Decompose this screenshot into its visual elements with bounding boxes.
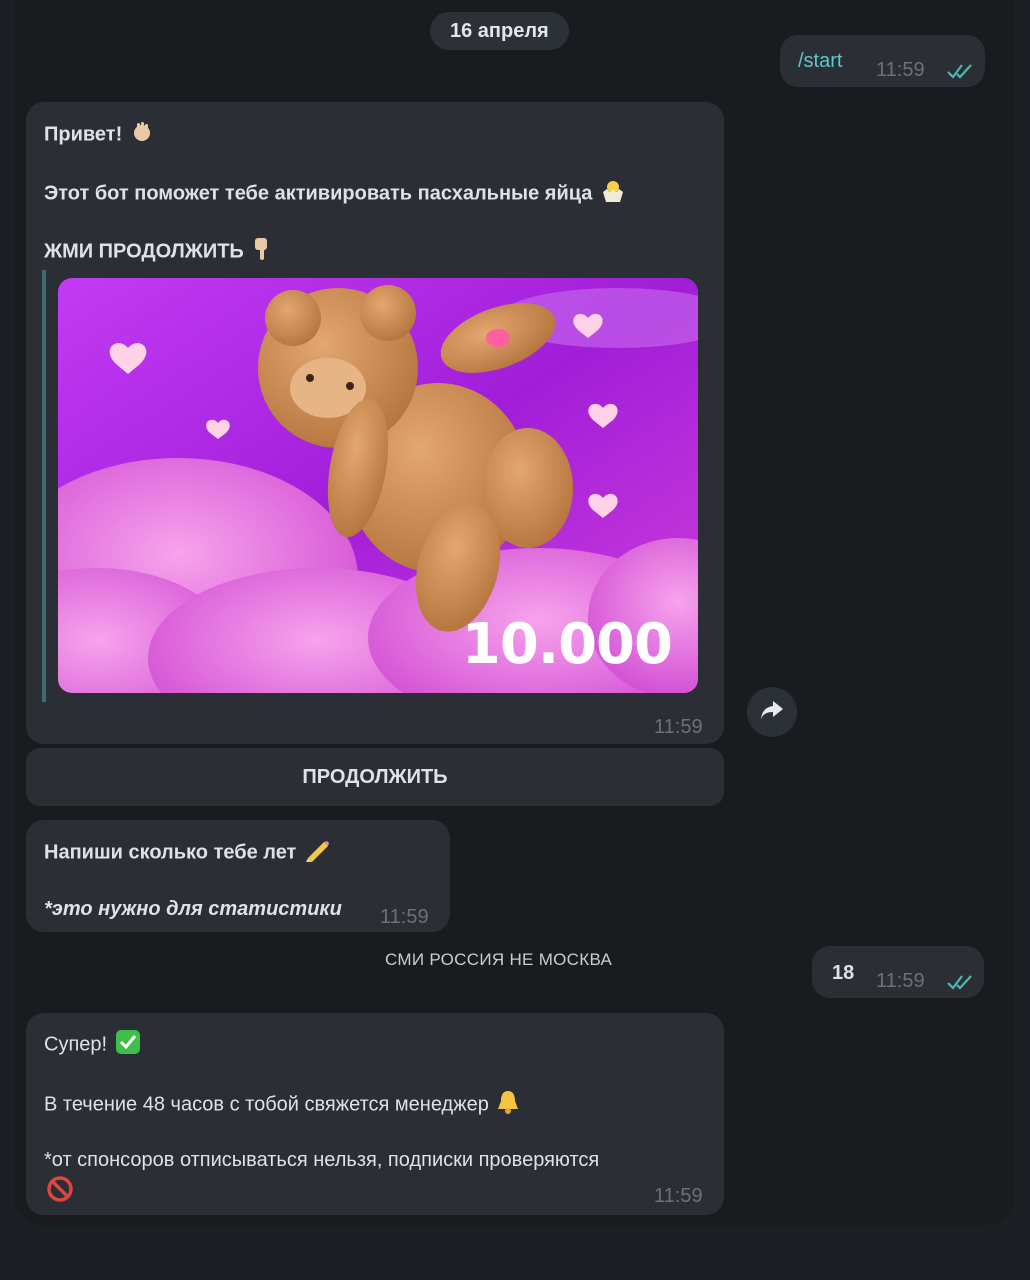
final-line-1: Супер! — [44, 1029, 141, 1061]
final-line-3: *от спонсоров отписываться нельзя, подпи… — [44, 1149, 600, 1171]
welcome-line-1: Привет! — [44, 120, 154, 150]
double-check-icon — [946, 62, 976, 85]
age-note: *это нужно для статистики — [44, 898, 342, 920]
watermark-text: СМИ РОССИЯ НЕ МОСКВА — [385, 950, 613, 969]
incoming-message-final[interactable]: Супер! В течение 48 часов с тобой свяжет… — [26, 1013, 724, 1215]
age-question-text: Напиши сколько тебе лет — [44, 841, 297, 864]
message-time: 11:59 — [380, 906, 429, 928]
promo-amount: 10.000 — [461, 612, 673, 677]
share-arrow-icon — [759, 699, 785, 726]
check-mark-button-icon — [115, 1029, 141, 1061]
outgoing-message-age-reply[interactable]: 18 11:59 — [812, 946, 984, 998]
welcome-line-2: Этот бот поможет тебе активировать пасха… — [44, 178, 626, 210]
share-button[interactable] — [747, 687, 797, 737]
date-separator: 16 апреля — [430, 12, 569, 50]
message-time: 11:59 — [876, 59, 925, 81]
promo-image[interactable]: 10.000 — [58, 278, 698, 693]
message-time: 11:59 — [654, 716, 703, 738]
double-check-icon — [946, 973, 976, 996]
hatching-chick-icon — [600, 178, 626, 210]
message-time: 11:59 — [876, 970, 925, 992]
waving-hand-icon — [130, 120, 154, 150]
final-line-2: В течение 48 часов с тобой свяжется мене… — [44, 1089, 520, 1121]
super-text: Супер! — [44, 1033, 108, 1056]
media-accent-bar — [42, 270, 46, 702]
pencil-icon — [304, 838, 330, 868]
continue-button[interactable]: ПРОДОЛЖИТЬ — [26, 748, 724, 806]
age-reply-text: 18 — [832, 962, 855, 984]
outgoing-message-start[interactable]: /start 11:59 — [780, 35, 985, 87]
message-time: 11:59 — [654, 1185, 703, 1207]
age-line-1: Напиши сколько тебе лет — [44, 838, 330, 868]
call-to-action-text: ЖМИ ПРОДОЛЖИТЬ — [44, 240, 244, 263]
bell-icon — [496, 1089, 520, 1121]
pointing-down-icon — [251, 236, 273, 268]
welcome-line-3: ЖМИ ПРОДОЛЖИТЬ — [44, 236, 273, 268]
greeting-text: Привет! — [44, 123, 123, 146]
welcome-description: Этот бот поможет тебе активировать пасха… — [44, 182, 593, 205]
command-link[interactable]: /start — [798, 50, 842, 73]
prohibited-icon — [46, 1175, 74, 1208]
incoming-message-age[interactable]: Напиши сколько тебе лет *это нужно для с… — [26, 820, 450, 932]
manager-contact-text: В течение 48 часов с тобой свяжется мене… — [44, 1093, 489, 1116]
